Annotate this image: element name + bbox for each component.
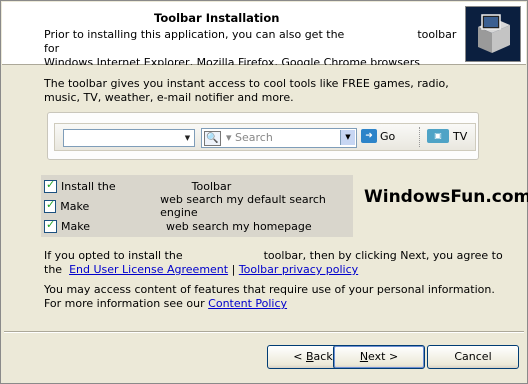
next-mnemonic: N bbox=[359, 350, 369, 363]
installer-window: Toolbar Installation Prior to installing… bbox=[0, 0, 528, 384]
header-line1-before: Prior to installing this application, yo… bbox=[44, 28, 345, 41]
watermark: WindowsFun.com bbox=[364, 187, 528, 207]
next-button[interactable]: Next > bbox=[333, 345, 425, 369]
cancel-button[interactable]: Cancel bbox=[427, 345, 519, 369]
installer-logo bbox=[465, 6, 521, 62]
option-homepage[interactable]: ✓ Make web search my homepage bbox=[44, 217, 312, 235]
option-label-before: Make bbox=[61, 219, 90, 233]
option-label-after: Toolbar bbox=[191, 179, 232, 193]
option-label-after: web search my homepage bbox=[165, 219, 312, 233]
back-prefix: < bbox=[293, 350, 306, 363]
next-label: ext > bbox=[368, 350, 399, 363]
checkmark-icon: ✓ bbox=[46, 177, 56, 191]
content-policy-link[interactable]: Content Policy bbox=[208, 297, 287, 310]
more-info-line2: For more information see our bbox=[44, 297, 205, 310]
tv-icon: ▣ bbox=[427, 129, 449, 143]
chevron-down-icon: ▼ bbox=[184, 134, 191, 142]
toolbar-preview: ▼ 🔍 ▾ Search ▼ ➜ Go ▣ TV bbox=[47, 112, 479, 160]
privacy-policy-link[interactable]: Toolbar privacy policy bbox=[239, 263, 358, 276]
agreement-text: If you opted to install the toolbar, the… bbox=[44, 249, 514, 277]
option-label-before: Install the bbox=[61, 179, 116, 193]
agreement-part3: the bbox=[44, 263, 63, 276]
link-separator: | bbox=[231, 263, 236, 276]
back-mnemonic: B bbox=[306, 350, 314, 363]
search-placeholder-text: Search bbox=[235, 131, 273, 144]
search-icon: 🔍 bbox=[204, 131, 221, 146]
wizard-header: Toolbar Installation Prior to installing… bbox=[2, 2, 526, 69]
tv-button: ▣ TV bbox=[427, 129, 467, 145]
toolbar-strip: ▼ 🔍 ▾ Search ▼ ➜ Go ▣ TV bbox=[54, 123, 476, 151]
wizard-body: The toolbar gives you instant access to … bbox=[2, 65, 528, 383]
agreement-part1: If you opted to install the bbox=[44, 249, 183, 262]
install-options: ✓ Install the Toolbar ✓ Make web search … bbox=[41, 175, 353, 237]
option-label-before: Make bbox=[60, 199, 90, 213]
chevron-down-icon: ▼ bbox=[340, 130, 355, 145]
back-label: ack bbox=[313, 350, 333, 363]
button-divider bbox=[4, 331, 524, 333]
address-combo: ▼ bbox=[63, 129, 195, 147]
default-search-checkbox[interactable]: ✓ bbox=[44, 197, 57, 213]
option-default-search[interactable]: ✓ Make web search my default search engi… bbox=[44, 193, 353, 219]
computer-box-icon bbox=[466, 7, 520, 61]
redacted-brand bbox=[348, 28, 414, 38]
more-info-line1: You may access content of features that … bbox=[44, 283, 495, 296]
search-box: 🔍 ▾ Search ▼ bbox=[201, 128, 357, 148]
go-label: Go bbox=[380, 129, 396, 143]
checkmark-icon: ✓ bbox=[46, 197, 56, 211]
install-toolbar-checkbox[interactable]: ✓ bbox=[44, 177, 57, 193]
tv-label: TV bbox=[453, 129, 468, 143]
option-label-after: web search my default search engine bbox=[160, 193, 326, 219]
more-info-text: You may access content of features that … bbox=[44, 283, 514, 311]
intro-text: The toolbar gives you instant access to … bbox=[44, 77, 449, 104]
go-arrow-icon: ➜ bbox=[361, 129, 377, 143]
search-placeholder: ▾ Search bbox=[226, 131, 273, 144]
toolbar-separator bbox=[419, 127, 423, 147]
page-title: Toolbar Installation bbox=[154, 11, 280, 25]
agreement-part2: toolbar, then by clicking Next, you agre… bbox=[263, 249, 503, 262]
eula-link[interactable]: End User License Agreement bbox=[69, 263, 228, 276]
homepage-checkbox[interactable]: ✓ bbox=[44, 217, 57, 233]
header-description: Prior to installing this application, yo… bbox=[44, 28, 464, 70]
checkmark-icon: ✓ bbox=[46, 217, 56, 231]
go-button: ➜ Go bbox=[361, 129, 395, 145]
